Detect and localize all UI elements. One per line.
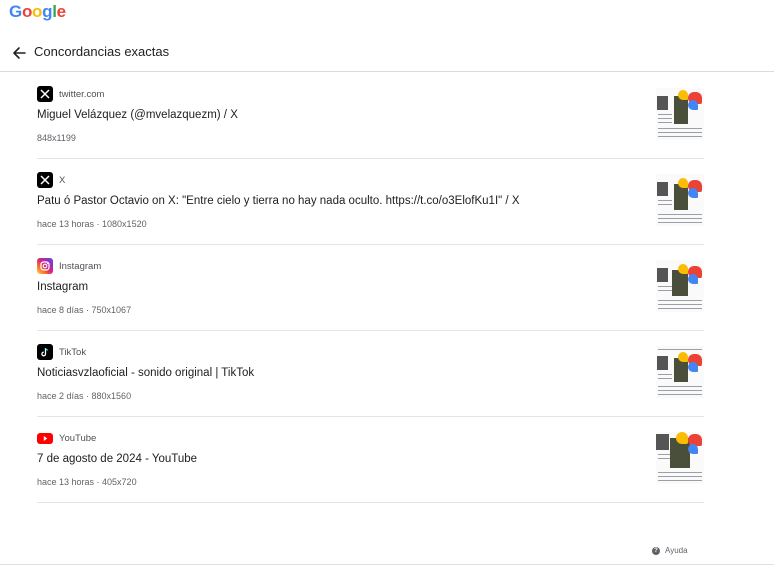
- x-icon: [37, 172, 53, 188]
- help-label: Ayuda: [665, 546, 688, 555]
- result-source[interactable]: twitter.com: [37, 86, 104, 102]
- header-bar: Concordancias exactas: [0, 36, 774, 72]
- result-item[interactable]: TikTok Noticiasvzlaoficial - sonido orig…: [37, 331, 704, 417]
- tiktok-icon: [37, 344, 53, 360]
- result-meta: hace 2 días · 880x1560: [37, 391, 132, 401]
- result-thumbnail[interactable]: [656, 432, 704, 484]
- source-name: Instagram: [59, 260, 102, 272]
- result-thumbnail[interactable]: [656, 174, 704, 226]
- source-name: X: [59, 174, 66, 186]
- result-title[interactable]: Noticiasvzlaoficial - sonido original | …: [37, 366, 254, 380]
- page-title: Concordancias exactas: [34, 44, 170, 59]
- result-meta: hace 13 horas · 405x720: [37, 477, 137, 487]
- source-name: TikTok: [59, 346, 87, 358]
- result-title[interactable]: Instagram: [37, 280, 88, 294]
- result-item[interactable]: X Patu ó Pastor Octavio on X: "Entre cie…: [37, 159, 704, 245]
- source-name: twitter.com: [59, 88, 105, 100]
- result-source[interactable]: Instagram: [37, 258, 101, 274]
- instagram-icon: [37, 258, 53, 274]
- result-meta: 848x1199: [37, 133, 76, 143]
- result-title[interactable]: Patu ó Pastor Octavio on X: "Entre cielo…: [37, 194, 519, 208]
- result-source[interactable]: X: [37, 172, 65, 188]
- source-name: YouTube: [59, 432, 97, 444]
- results-list: twitter.com Miguel Velázquez (@mvelazque…: [37, 73, 704, 503]
- result-item[interactable]: Instagram Instagram hace 8 días · 750x10…: [37, 245, 704, 331]
- result-item[interactable]: YouTube 7 de agosto de 2024 - YouTube ha…: [37, 417, 704, 503]
- x-icon: [37, 86, 53, 102]
- result-thumbnail[interactable]: [656, 346, 704, 398]
- back-arrow-icon[interactable]: [10, 44, 28, 62]
- result-meta: hace 13 horas · 1080x1520: [37, 219, 147, 229]
- result-source[interactable]: YouTube: [37, 430, 96, 446]
- result-meta: hace 8 días · 750x1067: [37, 305, 132, 315]
- youtube-icon: [37, 432, 53, 444]
- result-title[interactable]: Miguel Velázquez (@mvelazquezm) / X: [37, 108, 238, 122]
- help-link[interactable]: ? Ayuda: [652, 546, 688, 555]
- google-logo[interactable]: Google: [9, 2, 66, 22]
- help-icon: ?: [652, 546, 660, 555]
- result-thumbnail[interactable]: [656, 260, 704, 312]
- result-title[interactable]: 7 de agosto de 2024 - YouTube: [37, 452, 197, 466]
- result-thumbnail[interactable]: [656, 88, 704, 140]
- result-source[interactable]: TikTok: [37, 344, 86, 360]
- result-item[interactable]: twitter.com Miguel Velázquez (@mvelazque…: [37, 73, 704, 159]
